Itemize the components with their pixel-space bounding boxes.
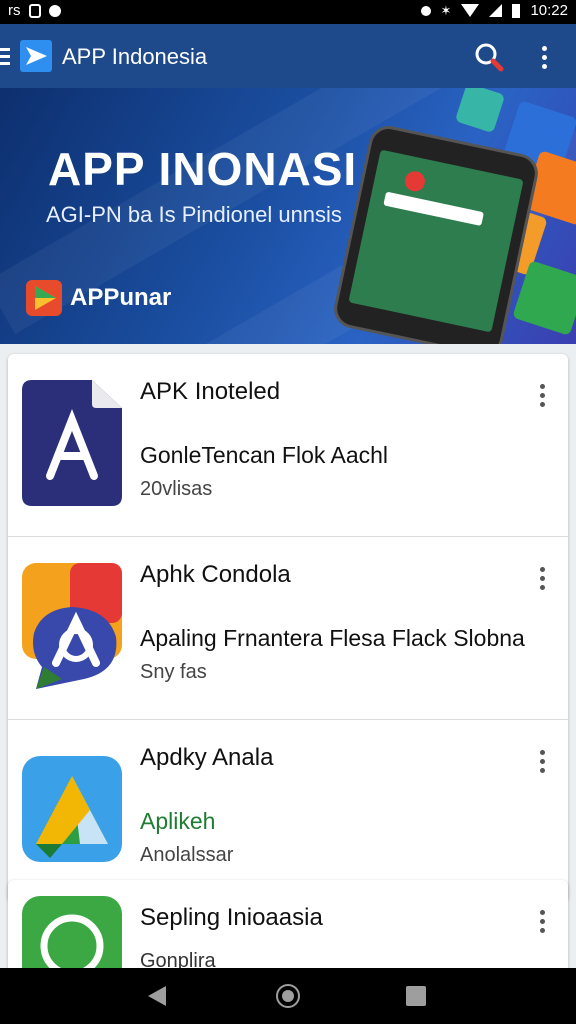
banner-phone-illustration <box>330 122 542 344</box>
item-overflow-button[interactable] <box>534 750 550 776</box>
app-meta: 20vlisas <box>140 478 213 500</box>
status-left-text: rs <box>8 2 21 19</box>
app-list-card: APK Inoteled GonleTencan Flok Aachl 20vl… <box>8 354 568 902</box>
search-icon <box>475 43 504 72</box>
banner-subtitle: AGI-PN ba Is Pindionel unnsis <box>46 202 342 227</box>
app-logo-icon <box>20 40 52 72</box>
search-button[interactable] <box>472 40 506 74</box>
list-item[interactable]: Aphk Condola Apaling Frnantera Flesa Fla… <box>8 536 568 719</box>
app-title: Aphk Condola <box>140 561 291 588</box>
app-description: Aplikeh <box>140 808 216 834</box>
list-item[interactable]: APK Inoteled GonleTencan Flok Aachl 20vl… <box>8 354 568 536</box>
document-a-icon <box>22 380 122 506</box>
colorful-a-logo-icon <box>22 563 122 689</box>
status-time: 10:22 <box>530 2 568 19</box>
back-icon[interactable] <box>148 986 166 1006</box>
item-overflow-button[interactable] <box>534 567 550 593</box>
status-bar: rs ✶ 10:22 <box>0 0 576 24</box>
recent-apps-icon[interactable] <box>406 986 426 1006</box>
notification-icon <box>28 3 41 18</box>
battery-icon <box>512 3 521 18</box>
banner-brand: APPunar <box>70 284 172 311</box>
app-description: GonleTencan Flok Aachl <box>140 442 389 468</box>
app-title: Sepling Inioaasia <box>140 904 323 931</box>
more-options-button[interactable] <box>530 40 558 74</box>
alarm-icon <box>420 5 431 16</box>
banner-tile <box>454 88 506 134</box>
triangle-a-icon <box>22 756 122 862</box>
signal-icon <box>489 4 503 17</box>
list-item[interactable]: Sepling Inioaasia Gonplira <box>8 880 568 968</box>
app-meta: Anolalssar <box>140 844 234 866</box>
item-overflow-button[interactable] <box>534 384 550 410</box>
list-item[interactable]: Apdky Anala Aplikeh Anolalssar <box>8 719 568 902</box>
promo-banner[interactable]: APP INONASI AGI-PN ba Is Pindionel unnsi… <box>0 88 576 344</box>
whatsapp-icon <box>22 896 122 968</box>
system-nav-bar <box>0 968 576 1024</box>
app-description: Gonplira <box>140 950 216 968</box>
vibrate-icon: ✶ <box>440 2 452 18</box>
app-title: APK Inoteled <box>140 378 281 405</box>
app-title: Apdky Anala <box>140 744 274 771</box>
app-title: APP Indonesia <box>62 44 208 69</box>
app-description: Apaling Frnantera Flesa Flack Slobna <box>140 625 525 651</box>
notification-dot-icon <box>48 4 61 17</box>
home-icon[interactable] <box>276 984 300 1008</box>
item-overflow-button[interactable] <box>534 910 550 936</box>
app-meta: Sny fas <box>140 661 207 683</box>
wifi-icon <box>461 4 480 17</box>
app-bar: APP Indonesia <box>0 24 576 88</box>
app-list-card: Sepling Inioaasia Gonplira <box>8 880 568 968</box>
banner-title: APP INONASI <box>48 143 358 195</box>
menu-icon[interactable] <box>0 48 10 69</box>
play-store-icon <box>26 280 62 316</box>
